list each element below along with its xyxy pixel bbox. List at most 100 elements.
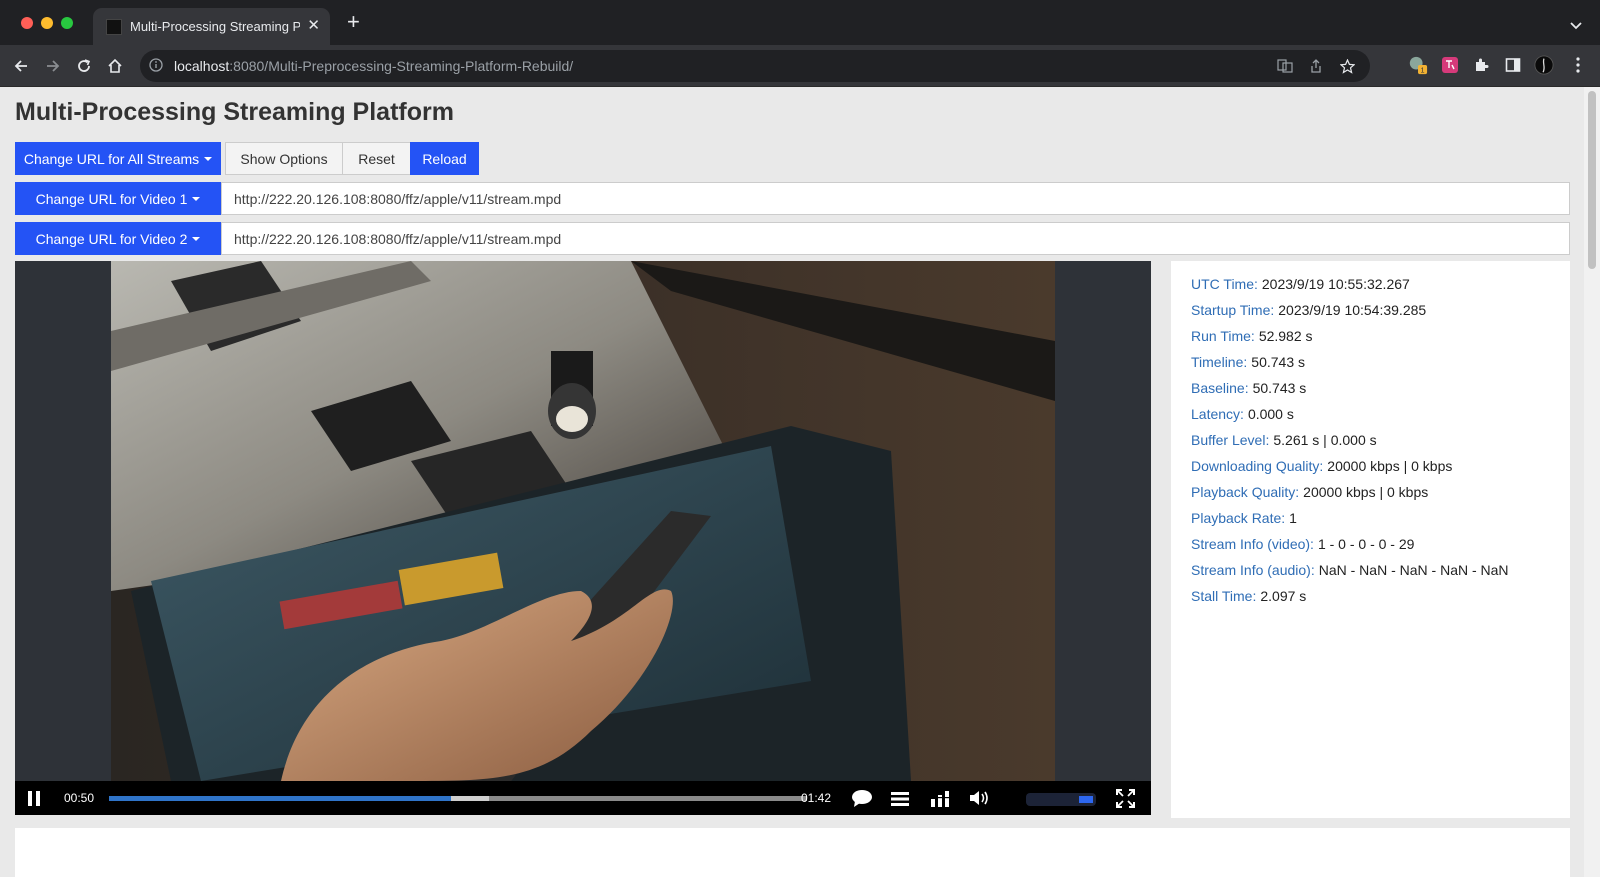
stat-label: Downloading Quality: [1191,458,1324,474]
address-bar[interactable]: localhost:8080/Multi-Preprocessing-Strea… [140,50,1370,82]
tab-search-chevron-icon[interactable] [1570,17,1582,35]
browser-tab-bar: Multi-Processing Streaming Pla ✕ + [0,0,1600,45]
captions-icon[interactable] [851,789,873,812]
change-url-all-streams-button[interactable]: Change URL for All Streams [15,142,221,175]
browser-toolbar: localhost:8080/Multi-Preprocessing-Strea… [0,45,1600,87]
caret-down-icon [204,156,213,161]
player-controls: 00:50 01:42 [15,781,1151,815]
url-path: :8080/Multi-Preprocessing-Streaming-Plat… [229,58,574,74]
stat-label: Timeline: [1191,354,1248,370]
browser-tab[interactable]: Multi-Processing Streaming Pla ✕ [93,8,330,45]
extension-badge-count: 1 [1421,65,1425,74]
forward-arrow-icon[interactable] [42,55,64,77]
video-1-url-input[interactable]: http://222.20.126.108:8080/ffz/apple/v11… [221,182,1570,215]
side-panel-icon[interactable] [1503,55,1523,75]
stats-panel: UTC Time: 2023/9/19 10:55:32.267 Startup T… [1171,261,1570,818]
volume-slider[interactable] [1026,793,1096,806]
tab-title: Multi-Processing Streaming Pla [130,19,300,34]
extensions-puzzle-icon[interactable] [1471,55,1491,75]
stat-row: Buffer Level: 5.261 s | 0.000 s [1191,430,1550,456]
profile-avatar[interactable] [1534,55,1554,75]
maximize-window-button[interactable] [61,17,73,29]
stat-value: 52.982 s [1258,328,1313,344]
bookmark-star-icon[interactable] [1339,58,1356,79]
playlist-menu-icon[interactable] [891,792,909,811]
stat-row: Baseline: 50.743 s [1191,378,1550,404]
letterbox-right [1055,261,1151,781]
stat-row: Startup Time: 2023/9/19 10:54:39.285 [1191,300,1550,326]
stat-label: Stall Time: [1191,588,1257,604]
stat-label: Startup Time: [1191,302,1275,318]
stat-value: 2023/9/19 10:55:32.267 [1261,276,1410,292]
stat-value: 5.261 s | 0.000 s [1273,432,1377,448]
stat-label: Latency: [1191,406,1244,422]
extension-badge-icon[interactable]: 1 [1408,55,1428,75]
stat-value: 20000 kbps | 0 kbps [1303,484,1429,500]
stat-label: Stream Info (video): [1191,536,1314,552]
video-player[interactable]: 00:50 01:42 [15,261,1151,815]
stat-label: Baseline: [1191,380,1249,396]
page-title: Multi-Processing Streaming Platform [15,98,454,126]
stat-value: 20000 kbps | 0 kbps [1327,458,1453,474]
reset-button[interactable]: Reset [342,142,411,175]
page-scrollbar[interactable] [1584,87,1600,877]
stat-value: 1 - 0 - 0 - 0 - 29 [1317,536,1415,552]
stat-row: Run Time: 52.982 s [1191,326,1550,352]
stat-value: 50.743 s [1252,380,1307,396]
letterbox-left [15,261,111,781]
change-url-video-1-label: Change URL for Video 1 [35,190,188,207]
browser-menu-icon[interactable] [1568,55,1588,75]
stat-row: Stall Time: 2.097 s [1191,586,1550,612]
stat-row: Latency: 0.000 s [1191,404,1550,430]
bitrate-icon[interactable] [931,791,949,812]
reload-button[interactable]: Reload [410,142,479,175]
stat-value: 0.000 s [1247,406,1294,422]
stat-label: Buffer Level: [1191,432,1270,448]
video-frame[interactable] [111,261,1055,781]
stat-row: Playback Rate: 1 [1191,508,1550,534]
seek-progress [109,796,452,801]
show-options-button[interactable]: Show Options [225,142,343,175]
site-info-icon[interactable] [149,58,163,77]
stat-row: Downloading Quality: 20000 kbps | 0 kbps [1191,456,1550,482]
pause-icon[interactable] [27,791,41,811]
duration-time: 01:42 [801,791,832,805]
minimize-window-button[interactable] [41,17,53,29]
page-content: Multi-Processing Streaming Platform Chan… [0,87,1584,877]
change-url-video-2-button[interactable]: Change URL for Video 2 [15,222,221,255]
reload-icon[interactable] [73,55,95,77]
scrollbar-thumb[interactable] [1588,91,1596,269]
current-time: 00:50 [64,791,95,805]
seek-bar[interactable] [109,796,807,801]
stat-label: Stream Info (audio): [1191,562,1315,578]
change-url-video-2-label: Change URL for Video 2 [35,230,188,247]
tab-close-icon[interactable]: ✕ [307,16,320,34]
fullscreen-icon[interactable] [1116,789,1135,813]
stat-row: Stream Info (audio): NaN - NaN - NaN - Na… [1191,560,1550,586]
share-icon[interactable] [1309,59,1323,79]
volume-icon[interactable] [970,790,990,811]
stat-label: Playback Quality: [1191,484,1300,500]
url-host: localhost [174,58,230,74]
stat-value: NaN - NaN - NaN - NaN - NaN [1318,562,1509,578]
favicon-icon [106,19,122,35]
stat-row: UTC Time: 2023/9/19 10:55:32.267 [1191,274,1550,300]
stat-value: 2.097 s [1260,588,1307,604]
stat-value: 50.743 s [1251,354,1305,370]
stat-value: 2023/9/19 10:54:39.285 [1278,302,1427,318]
close-window-button[interactable] [21,17,33,29]
back-arrow-icon[interactable] [10,55,32,77]
stat-label: Playback Rate: [1191,510,1286,526]
video-2-url-input[interactable]: http://222.20.126.108:8080/ffz/apple/v11… [221,222,1570,255]
translate-icon[interactable] [1277,59,1293,78]
url-text: localhost:8080/Multi-Preprocessing-Strea… [174,58,573,74]
home-icon[interactable] [104,55,126,77]
stat-row: Playback Quality: 20000 kbps | 0 kbps [1191,482,1550,508]
volume-level [1079,796,1093,803]
new-tab-icon[interactable]: + [347,11,360,33]
translate-extension-icon[interactable] [1440,55,1460,75]
change-url-video-1-button[interactable]: Change URL for Video 1 [15,182,221,215]
caret-down-icon [192,196,201,201]
stat-value: 1 [1289,510,1297,526]
bottom-panel [15,828,1570,877]
